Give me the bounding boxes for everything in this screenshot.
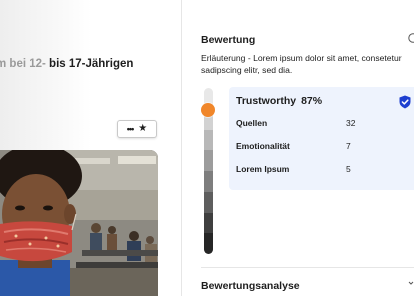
rating-scale-knob[interactable] [201, 103, 215, 117]
rating-scale-segment[interactable] [204, 129, 213, 151]
trust-score-percent: 87% [301, 95, 323, 107]
section-divider [201, 267, 414, 268]
article-title-rest: bis 17-Jährigen [45, 58, 134, 70]
metric-label: Lorem Ipsum [236, 164, 290, 174]
shield-check-icon [399, 95, 411, 109]
trust-score-heading: Trustworthy 87% [236, 95, 322, 107]
analysis-title[interactable]: Bewertungsanalyse [201, 280, 300, 292]
trust-score-label: Trustworthy [236, 95, 297, 107]
metric-value: 7 [346, 141, 351, 151]
metric-value: 5 [346, 164, 351, 174]
rating-view: m bei 12- bis 17-Jährigen ••• ★ Bewertun… [0, 0, 414, 296]
article-header-background [0, 0, 92, 150]
ellipsis-icon[interactable]: ••• [127, 124, 135, 134]
metric-label: Emotionalität [236, 141, 290, 151]
article-title-faded: m bei 12- [0, 58, 46, 70]
metric-value: 32 [346, 118, 356, 128]
help-icon-glyph [408, 33, 414, 43]
metric-label: Quellen [236, 118, 268, 128]
help-icon[interactable] [408, 33, 414, 46]
chevron-down-icon[interactable] [408, 279, 414, 292]
rating-scale-segment[interactable] [204, 171, 213, 192]
star-icon[interactable]: ★ [138, 124, 147, 134]
rating-scale-segment[interactable] [204, 191, 213, 213]
trust-score-card: Trustworthy 87% Quellen 32 Emotionalität … [229, 87, 414, 190]
rating-description: Erläuterung - Lorem ipsum dolor sit amet… [201, 53, 402, 75]
panel-divider [181, 0, 182, 296]
article-panel: m bei 12- bis 17-Jährigen ••• ★ [0, 0, 168, 296]
rating-scale-segment[interactable] [204, 233, 213, 254]
article-image-illustration [0, 150, 158, 296]
article-image[interactable] [0, 150, 158, 296]
rating-scale-segment[interactable] [204, 150, 213, 171]
article-actions-button[interactable]: ••• ★ [117, 120, 157, 138]
chevron-glyph [408, 281, 414, 285]
rating-title: Bewertung [201, 34, 256, 46]
article-title[interactable]: m bei 12- bis 17-Jährigen [0, 58, 133, 70]
rating-scale-segment[interactable] [204, 212, 213, 234]
